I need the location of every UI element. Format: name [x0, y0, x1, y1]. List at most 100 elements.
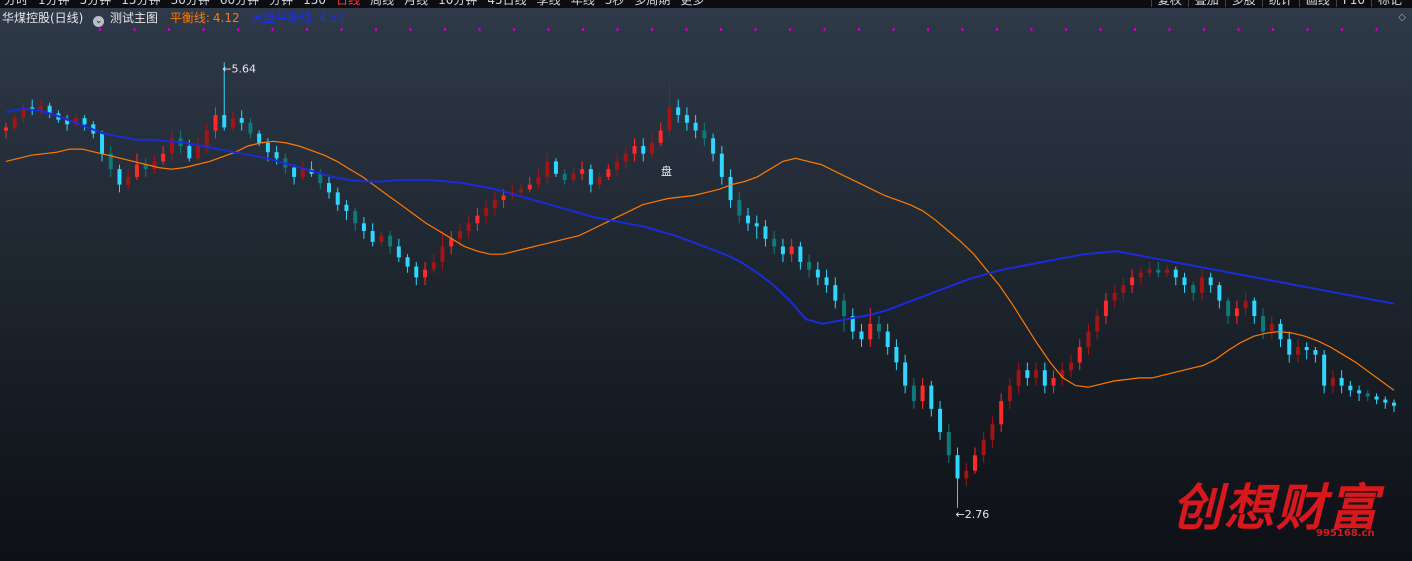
candle-body	[1130, 277, 1135, 286]
candle-body	[815, 269, 820, 278]
candle-body	[798, 246, 803, 262]
candle-body	[1348, 385, 1353, 391]
candle-body	[1191, 285, 1196, 293]
candle-body	[1121, 285, 1126, 293]
candle-body	[344, 204, 349, 211]
candle-body	[911, 385, 916, 402]
candle-body	[1392, 402, 1396, 406]
candle-body	[318, 173, 323, 184]
candle-body	[894, 346, 899, 363]
candle-body	[868, 323, 873, 340]
candle-body	[1199, 277, 1204, 293]
candle-body	[606, 169, 611, 177]
candle-body	[807, 261, 812, 270]
candle-body	[405, 257, 410, 267]
candle-body	[117, 169, 122, 185]
candle-body	[361, 223, 366, 232]
candle-body	[746, 215, 751, 224]
candle-body	[1095, 316, 1100, 332]
candle-body	[440, 246, 445, 262]
candle-body	[257, 133, 262, 143]
candle-body	[100, 133, 105, 154]
candle-body	[1252, 300, 1257, 317]
candle-body	[1330, 377, 1335, 386]
candle-body	[423, 269, 428, 278]
candle-body	[1304, 346, 1309, 351]
candle-body	[972, 455, 977, 471]
candle-body	[466, 223, 471, 232]
candle-body	[248, 122, 253, 134]
candle-body	[789, 246, 794, 255]
candle-body	[1103, 300, 1108, 317]
candle-body	[1217, 285, 1222, 301]
candle-body	[684, 115, 689, 123]
candle-body	[938, 408, 943, 433]
candle-body	[431, 261, 436, 270]
candle-body	[1339, 377, 1344, 386]
candle-body	[711, 138, 716, 154]
candle-body	[632, 145, 637, 154]
candle-body	[12, 118, 17, 128]
candle-body	[580, 169, 585, 174]
candle-body	[353, 210, 358, 224]
ma2-line	[5, 107, 1395, 325]
candle-body	[457, 231, 462, 239]
candle-body	[196, 145, 201, 159]
candle-body	[1007, 385, 1012, 402]
candle-body	[1173, 269, 1178, 278]
candle-body	[780, 246, 785, 255]
candle-body	[204, 130, 209, 146]
watermark-url: 995168.cn	[1316, 528, 1375, 539]
candle-body	[519, 189, 524, 193]
candle-body	[702, 130, 707, 139]
candle-body	[1234, 308, 1239, 317]
candle-body	[999, 401, 1004, 425]
candle-body	[876, 323, 881, 332]
candle-body	[571, 173, 576, 180]
candle-body	[187, 145, 192, 159]
candle-body	[623, 153, 628, 162]
candle-body	[641, 145, 646, 154]
candle-body	[1042, 370, 1047, 386]
candle-body	[1156, 269, 1161, 273]
candle-body	[763, 226, 768, 239]
candle-body	[1112, 292, 1117, 301]
candle-body	[833, 285, 838, 301]
candle-body	[990, 424, 995, 440]
candle-body	[536, 176, 541, 185]
candle-body	[842, 300, 847, 317]
candle-body	[1357, 390, 1362, 394]
candle-body	[265, 142, 270, 153]
candle-body	[946, 432, 951, 456]
candle-body	[326, 183, 331, 193]
candle-body	[475, 215, 480, 224]
candle-body	[1313, 350, 1318, 355]
candle-body	[1322, 354, 1327, 386]
candle-body	[82, 118, 87, 125]
candle-body	[955, 455, 960, 479]
candle-body	[920, 385, 925, 402]
candle-body	[292, 167, 297, 177]
candle-body	[1365, 393, 1370, 397]
candle-body	[222, 115, 227, 128]
candle-body	[719, 153, 724, 177]
candle-body	[414, 266, 419, 278]
candle-body	[379, 235, 384, 242]
candle-body	[1182, 277, 1187, 286]
candle-body	[929, 385, 934, 409]
point-label: 盘	[661, 164, 672, 178]
candle-body	[885, 331, 890, 347]
candle-body	[588, 169, 593, 185]
candle-body	[300, 169, 305, 177]
candle-body	[553, 161, 558, 174]
candle-body	[615, 161, 620, 170]
low-price-label: ←2.76	[956, 508, 990, 521]
candle-body	[492, 200, 497, 208]
candle-body	[1287, 339, 1292, 355]
candle-body	[388, 235, 393, 247]
ma1-line	[5, 140, 1395, 391]
candle-body	[134, 164, 139, 177]
candle-body	[772, 238, 777, 247]
candle-body	[230, 118, 235, 128]
high-price-label: ←5.64	[222, 62, 256, 75]
